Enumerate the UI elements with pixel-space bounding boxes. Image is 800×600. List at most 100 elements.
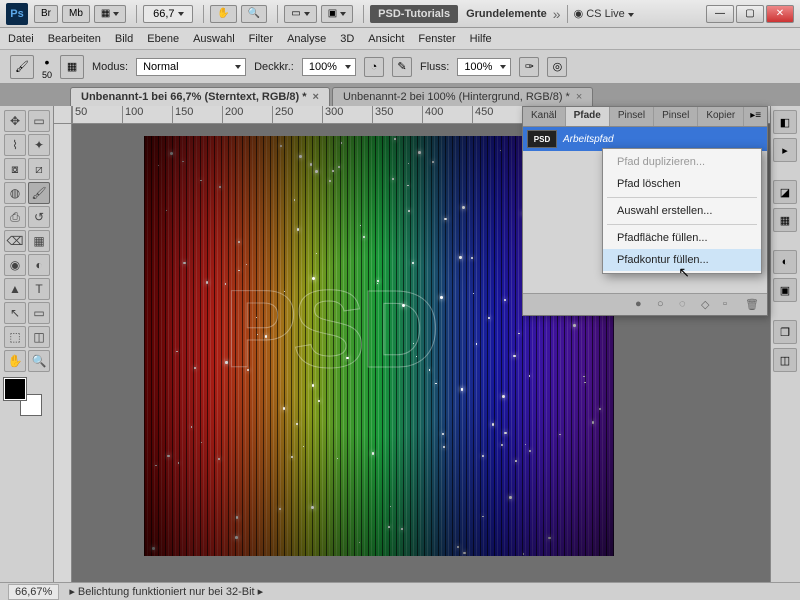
shape-tool[interactable]: ▭ <box>28 302 50 324</box>
lasso-tool[interactable]: ⌇ <box>4 134 26 156</box>
menu-filter[interactable]: Filter <box>249 33 273 45</box>
tablet-icon[interactable]: ✎ <box>392 57 412 77</box>
cslive-button[interactable]: ◉ CS Live <box>574 7 634 20</box>
type-tool[interactable]: T <box>28 278 50 300</box>
stroke-path-icon[interactable]: ○ <box>657 298 671 312</box>
expand-icon[interactable]: » <box>553 6 561 22</box>
crop-tool[interactable]: ⧇ <box>4 158 26 180</box>
menu-ansicht[interactable]: Ansicht <box>368 33 404 45</box>
modus-select[interactable]: Normal <box>136 58 246 76</box>
right-panel-strip: ◧ ▸ ◪ ▦ ◐ ▣ ❐ ◫ <box>770 106 800 582</box>
layers-panel-icon[interactable]: ❐ <box>773 320 797 344</box>
menu-3d[interactable]: 3D <box>340 33 354 45</box>
panel-tab-pinsel2[interactable]: Pinsel <box>654 107 698 126</box>
menu-auswahl[interactable]: Auswahl <box>193 33 235 45</box>
brush-panel-icon[interactable]: ▦ <box>60 55 84 79</box>
fluss-field[interactable]: 100% <box>457 58 511 76</box>
panel-tab-kopier[interactable]: Kopier <box>698 107 744 126</box>
cursor-icon: ↖ <box>678 264 690 281</box>
history-brush-tool[interactable]: ↺ <box>28 206 50 228</box>
zoom-tool-icon[interactable]: 🔍 <box>241 5 267 23</box>
history-panel-icon[interactable]: ◧ <box>773 110 797 134</box>
cm-pfadflaeche-fuellen[interactable]: Pfadfläche füllen... <box>603 227 761 249</box>
stamp-tool[interactable]: ⎙ <box>4 206 26 228</box>
hand-tool[interactable]: ✋ <box>4 350 26 372</box>
3d-cam-tool[interactable]: ◫ <box>28 326 50 348</box>
fill-path-icon[interactable]: ● <box>635 298 649 312</box>
new-path-icon[interactable]: ▫ <box>723 298 737 312</box>
bridge-button[interactable]: Br <box>34 5 58 23</box>
deckkr-field[interactable]: 100% <box>302 58 356 76</box>
menu-bearbeiten[interactable]: Bearbeiten <box>48 33 101 45</box>
document-tab-2[interactable]: Unbenannt-2 bei 100% (Hintergrund, RGB/8… <box>332 87 593 106</box>
screen-mode-button[interactable]: ▣ <box>321 5 353 23</box>
minimize-button[interactable]: — <box>706 5 734 23</box>
menu-analyse[interactable]: Analyse <box>287 33 326 45</box>
dodge-tool[interactable]: ◐ <box>28 254 50 276</box>
toolbox: ✥▭ ⌇✦ ⧇⧄ ◍🖌 ⎙↺ ⌫▦ ◉◐ ▲T ↖▭ ⬚◫ ✋🔍 <box>0 106 54 582</box>
gradient-tool[interactable]: ▦ <box>28 230 50 252</box>
tool-preset-icon[interactable]: 🖌 <box>10 55 34 79</box>
path-name: Arbeitspfad <box>563 134 614 145</box>
close-icon[interactable]: × <box>576 91 582 103</box>
maximize-button[interactable]: ▢ <box>736 5 764 23</box>
minibridge-button[interactable]: Mb <box>62 5 90 23</box>
cm-pfad-loeschen[interactable]: Pfad löschen <box>603 173 761 195</box>
eraser-tool[interactable]: ⌫ <box>4 230 26 252</box>
menu-ebene[interactable]: Ebene <box>147 33 179 45</box>
path-select-tool[interactable]: ↖ <box>4 302 26 324</box>
context-menu: Pfad duplizieren... Pfad löschen Auswahl… <box>602 148 762 274</box>
zoom-tool[interactable]: 🔍 <box>28 350 50 372</box>
pen-tool[interactable]: ▲ <box>4 278 26 300</box>
separator <box>607 224 757 225</box>
panel-tab-pinsel[interactable]: Pinsel <box>610 107 654 126</box>
actions-panel-icon[interactable]: ▸ <box>773 138 797 162</box>
3d-tool[interactable]: ⬚ <box>4 326 26 348</box>
color-panel-icon[interactable]: ◪ <box>773 180 797 204</box>
cm-auswahl-erstellen[interactable]: Auswahl erstellen... <box>603 200 761 222</box>
brush-tool[interactable]: 🖌 <box>28 182 50 204</box>
move-tool[interactable]: ✥ <box>4 110 26 132</box>
pressure-size-icon[interactable]: ◎ <box>547 57 567 77</box>
panel-tab-kanaele[interactable]: Kanäl <box>523 107 566 126</box>
delete-path-icon[interactable]: 🗑 <box>745 298 759 312</box>
arrange-button[interactable]: ▭ <box>284 5 316 23</box>
blur-tool[interactable]: ◉ <box>4 254 26 276</box>
foreground-swatch[interactable] <box>4 378 26 400</box>
workspace-badge[interactable]: PSD-Tutorials <box>370 5 458 23</box>
airbrush-icon[interactable]: ✑ <box>519 57 539 77</box>
separator <box>607 197 757 198</box>
cm-pfad-duplizieren[interactable]: Pfad duplizieren... <box>603 151 761 173</box>
marquee-tool[interactable]: ▭ <box>28 110 50 132</box>
brush-size[interactable]: 50 <box>42 70 52 80</box>
zoom-field[interactable]: 66,7 <box>143 5 193 23</box>
workspace-name[interactable]: Grundelemente <box>466 8 547 20</box>
selection-to-path-icon[interactable]: ◇ <box>701 298 715 312</box>
menu-datei[interactable]: Datei <box>8 33 34 45</box>
swatches-panel-icon[interactable]: ▦ <box>773 208 797 232</box>
ruler-origin[interactable] <box>54 106 72 124</box>
menu-hilfe[interactable]: Hilfe <box>470 33 492 45</box>
color-swatches[interactable] <box>4 378 42 416</box>
zoom-level[interactable]: 66,67% <box>8 584 59 600</box>
wand-tool[interactable]: ✦ <box>28 134 50 156</box>
hand-tool-icon[interactable]: ✋ <box>210 5 236 23</box>
close-button[interactable]: ✕ <box>766 5 794 23</box>
adjustments-panel-icon[interactable]: ◐ <box>773 250 797 274</box>
menu-bild[interactable]: Bild <box>115 33 133 45</box>
panel-menu-button[interactable]: ▸≡ <box>744 107 767 126</box>
menubar: Datei Bearbeiten Bild Ebene Auswahl Filt… <box>0 28 800 50</box>
document-tab-1[interactable]: Unbenannt-1 bei 66,7% (Sterntext, RGB/8)… <box>70 87 330 106</box>
path-to-selection-icon[interactable]: ◌ <box>679 298 693 312</box>
eyedropper-tool[interactable]: ⧄ <box>28 158 50 180</box>
fluss-label: Fluss: <box>420 61 449 73</box>
channels-panel-icon[interactable]: ◫ <box>773 348 797 372</box>
masks-panel-icon[interactable]: ▣ <box>773 278 797 302</box>
panel-tab-pfade[interactable]: Pfade <box>566 107 610 126</box>
ruler-vertical[interactable] <box>54 124 72 582</box>
heal-tool[interactable]: ◍ <box>4 182 26 204</box>
close-icon[interactable]: × <box>313 91 319 103</box>
menu-fenster[interactable]: Fenster <box>418 33 455 45</box>
pressure-opacity-icon[interactable]: ◔ <box>364 57 384 77</box>
layout-button[interactable]: ▦ <box>94 5 126 23</box>
